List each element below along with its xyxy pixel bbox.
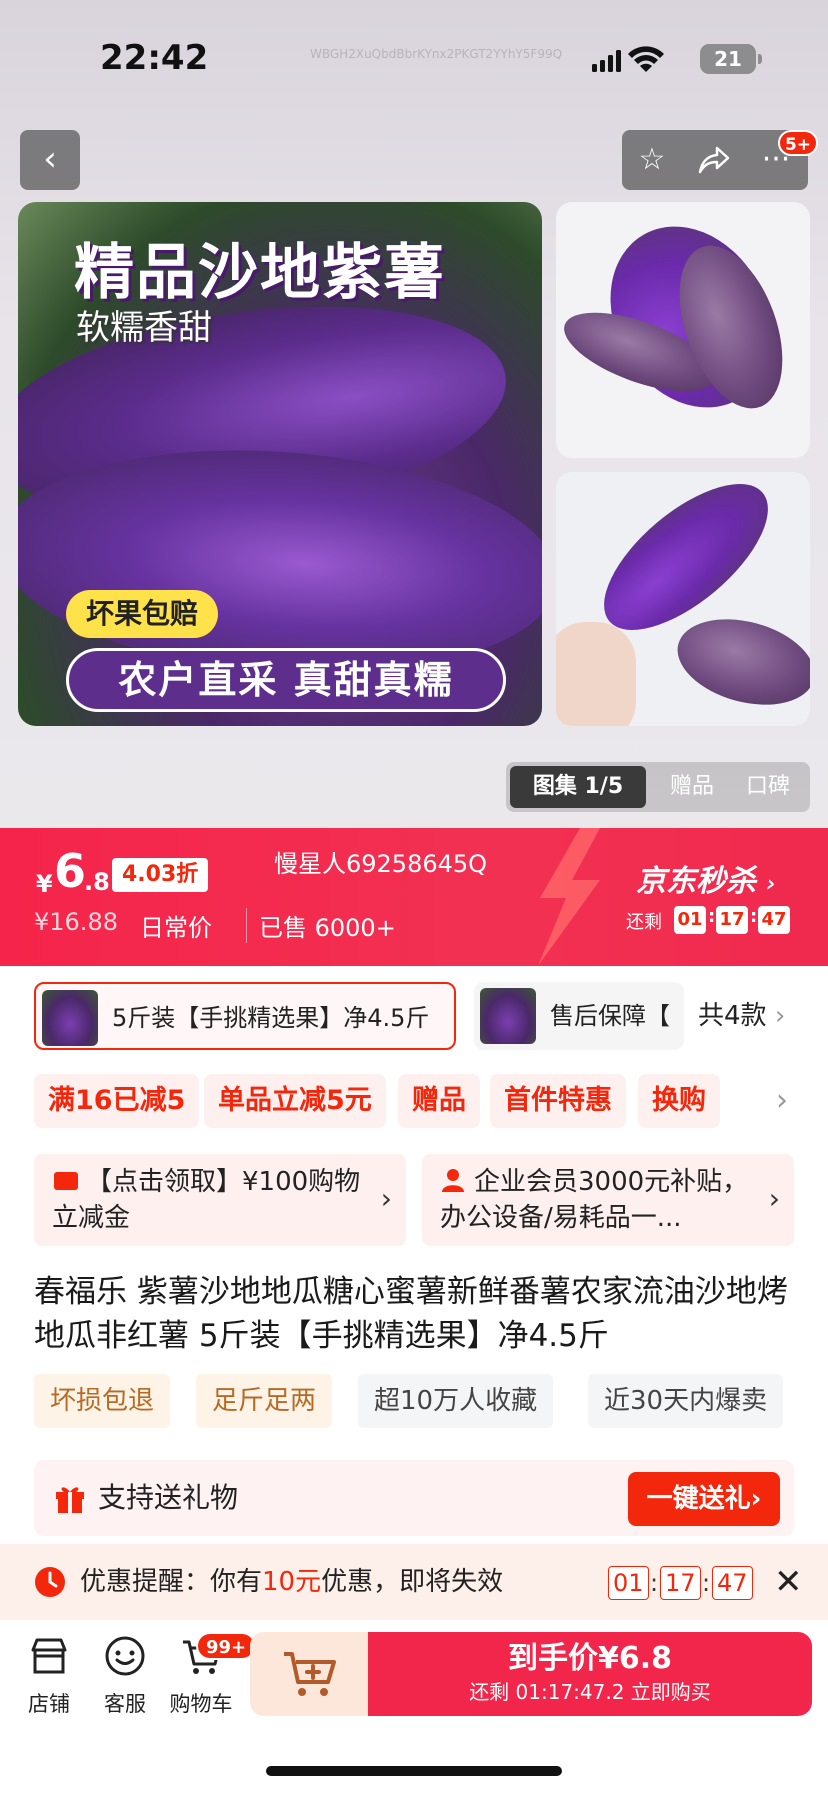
battery-indicator: 21: [700, 44, 762, 74]
discount-badge: 4.03折: [112, 858, 209, 892]
buy-now-button[interactable]: 到手价¥6.8 还剩 01:17:47.2 立即购买: [368, 1632, 812, 1716]
chevron-left-icon: ‹: [43, 139, 57, 179]
bottom-action-bar: 店铺 客服 购物车 99+ 到手价¥6.8 还剩 01:17:47.2 立即购买: [0, 1620, 828, 1796]
countdown-separator: :: [750, 906, 758, 927]
sku-thumbnail: [42, 990, 98, 1046]
coupon-card-enterprise[interactable]: 企业会员3000元补贴，办公设备/易耗品一... ›: [422, 1154, 794, 1246]
buy-now-price: 到手价¥6.8: [507, 1641, 673, 1676]
send-gift-button[interactable]: 一键送礼›: [628, 1472, 780, 1526]
gallery-tabs: 图集 1/5 赠品 口碑: [506, 762, 810, 812]
chevron-right-icon: ›: [774, 1001, 786, 1031]
lightning-icon: [520, 828, 610, 966]
share-icon[interactable]: [684, 130, 744, 190]
promo-chip[interactable]: 满16已减5: [34, 1074, 200, 1128]
message-badge: 5+: [778, 130, 818, 156]
sku-option-selected[interactable]: 5斤装【手挑精选果】净4.5斤: [34, 982, 456, 1050]
status-time: 22:42: [100, 38, 209, 78]
add-cart-icon: [280, 1646, 338, 1706]
sold-count: 已售 6000+: [246, 908, 396, 943]
user-id: 慢星人69258645Q: [274, 850, 488, 878]
signal-wifi-icons: [592, 46, 692, 80]
sku-option-label: 5斤装【手挑精选果】净4.5斤: [112, 1004, 430, 1032]
image-tag-yellow: 坏果包赔: [66, 590, 219, 638]
product-gallery: 22:42 WBGH2XuQbdBbrKYnx2PKGT2YYhY5F99Q 2…: [0, 0, 828, 828]
tab-gift[interactable]: 赠品: [656, 762, 728, 812]
potato-shape: [668, 605, 810, 719]
promo-chip[interactable]: 换购: [638, 1074, 720, 1128]
feature-tag: 足斤足两: [196, 1374, 333, 1428]
sku-option-label: 售后保障【: [550, 1002, 670, 1030]
reminder-countdown-minutes: 17: [660, 1566, 701, 1600]
tab-gallery[interactable]: 图集 1/5: [510, 766, 646, 808]
sku-option[interactable]: 售后保障【: [474, 982, 684, 1050]
countdown-separator: :: [702, 1569, 711, 1597]
add-to-cart-button[interactable]: [250, 1632, 368, 1716]
countdown-seconds: 47: [758, 906, 790, 934]
star-favorite-icon[interactable]: ☆: [622, 130, 682, 190]
reminder-countdown-seconds: 47: [712, 1566, 753, 1600]
gift-label: 支持送礼物: [98, 1481, 239, 1514]
store-icon: [14, 1634, 84, 1684]
promo-chip[interactable]: 首件特惠: [490, 1074, 626, 1128]
gift-icon: [54, 1482, 86, 1518]
customer-service-button[interactable]: 客服: [90, 1634, 160, 1718]
sku-more-button[interactable]: 共4款 ›: [698, 982, 785, 1050]
sku-thumbnail: [480, 988, 536, 1044]
gift-section: 支持送礼物 一键送礼›: [34, 1460, 794, 1536]
clock-icon: [34, 1566, 66, 1602]
countdown-separator: :: [708, 906, 716, 927]
chevron-right-icon[interactable]: ›: [776, 1074, 788, 1128]
countdown-minutes: 17: [716, 906, 748, 934]
coupon-card-text: 企业会员3000元补贴，办公设备/易耗品一...: [440, 1167, 749, 1233]
feature-tag: 近30天内爆卖: [588, 1374, 784, 1428]
feature-tag: 超10万人收藏: [358, 1374, 554, 1428]
promo-chip[interactable]: 赠品: [398, 1074, 480, 1128]
sku-selector: 5斤装【手挑精选果】净4.5斤 售后保障【 共4款 ›: [0, 966, 828, 1074]
feature-tag: 坏损包退: [34, 1374, 171, 1428]
chevron-right-icon: ›: [380, 1182, 392, 1215]
product-title: 春福乐 紫薯沙地地瓜糖心蜜薯新鲜番薯农家流油沙地烤地瓜非红薯 5斤装【手挑精选果…: [34, 1274, 788, 1354]
cart-count-badge: 99+: [196, 1632, 257, 1660]
countdown-separator: :: [650, 1569, 659, 1597]
price-decimal: .8: [84, 868, 110, 896]
original-price-label: 日常价: [140, 914, 212, 942]
image-title: 精品沙地紫薯: [74, 238, 446, 308]
price-banner: ¥ 6 .8 4.03折 ¥16.88 日常价 已售 6000+ 慢星人6925…: [0, 828, 828, 966]
reminder-text: 优惠提醒：你有10元优惠，即将失效: [80, 1567, 504, 1597]
chevron-right-icon: ›: [768, 1182, 780, 1215]
gallery-thumbnail-2[interactable]: [556, 472, 810, 726]
countdown-hours: 01: [674, 906, 706, 934]
coupon-card-voucher[interactable]: 【点击领取】¥100购物立减金 ›: [34, 1154, 406, 1246]
watermark-text: WBGH2XuQbdBbrKYnx2PKGT2YYhY5F99Q: [310, 47, 563, 61]
discount-reminder: 优惠提醒：你有10元优惠，即将失效 01 : 17 : 47 ✕: [0, 1544, 828, 1620]
image-tag-purple: 农户直采 真甜真糯: [66, 648, 506, 712]
promotion-chips: 满16已减5 单品立减5元 赠品 首件特惠 换购 ›: [0, 1074, 828, 1144]
close-icon[interactable]: ✕: [774, 1562, 803, 1602]
chat-smile-icon: [90, 1634, 160, 1684]
coupon-card-text: 【点击领取】¥100购物立减金: [52, 1167, 361, 1233]
price-integer: 6: [54, 844, 87, 898]
promo-chip[interactable]: 单品立减5元: [204, 1074, 386, 1128]
main-product-image[interactable]: 精品沙地紫薯 软糯香甜 坏果包赔 农户直采 真甜真糯: [18, 202, 542, 726]
jd-flash-sale-label[interactable]: 京东秒杀 ›: [636, 856, 776, 900]
gallery-thumbnail-1[interactable]: [556, 202, 810, 458]
image-subtitle: 软糯香甜: [76, 308, 212, 348]
coupon-cards: 【点击领取】¥100购物立减金 › 企业会员3000元补贴，办公设备/易耗品一.…: [0, 1154, 828, 1246]
currency-symbol: ¥: [36, 870, 53, 898]
feature-tags: 坏损包退 足斤足两 超10万人收藏 近30天内爆卖: [0, 1374, 828, 1430]
nav-label: 客服: [104, 1692, 146, 1716]
hand-shape: [556, 622, 636, 726]
store-button[interactable]: 店铺: [14, 1634, 84, 1718]
reminder-countdown-hours: 01: [608, 1566, 649, 1600]
remaining-label: 还剩: [626, 912, 662, 933]
home-indicator: [266, 1766, 562, 1776]
nav-label: 购物车: [169, 1692, 233, 1716]
original-price: ¥16.88: [34, 908, 118, 936]
nav-label: 店铺: [28, 1692, 70, 1716]
back-button[interactable]: ‹: [20, 130, 80, 190]
tab-reviews[interactable]: 口碑: [732, 762, 804, 812]
buy-now-subtext: 还剩 01:17:47.2 立即购买: [469, 1680, 711, 1704]
